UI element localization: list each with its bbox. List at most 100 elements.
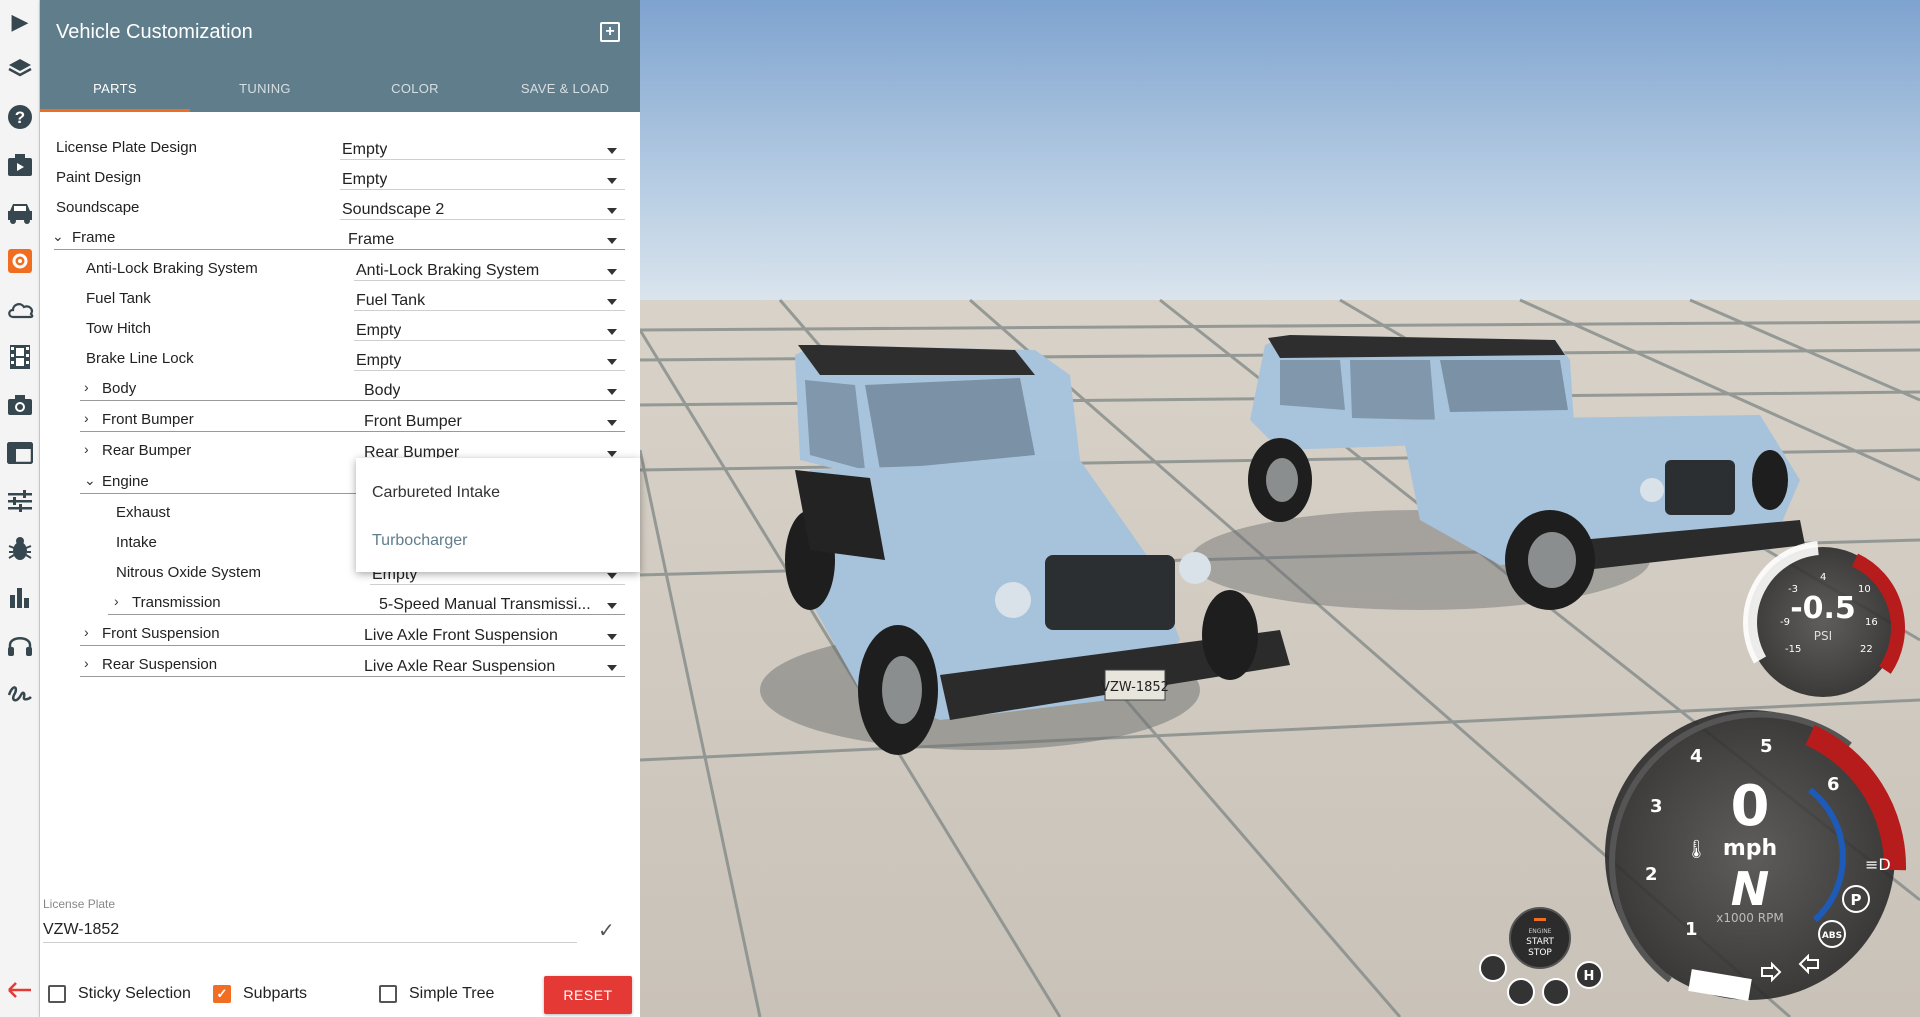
add-icon[interactable]: + (600, 22, 620, 42)
film-icon[interactable] (6, 343, 34, 371)
license-plate-text: VZW-1852 (1101, 680, 1169, 695)
part-select-value: Empty (356, 352, 402, 369)
part-row-front-suspension: › Front Suspension Live Axle Front Suspe… (40, 618, 640, 648)
part-select[interactable]: Live Axle Rear Suspension (362, 649, 625, 677)
front-bumper-divider (80, 431, 625, 432)
part-select[interactable]: Frame (346, 222, 625, 250)
caret-down-icon (607, 451, 617, 457)
part-row-body: › Body Body (40, 373, 640, 403)
rpm-tick: 2 (1645, 864, 1658, 885)
part-select[interactable]: Empty (340, 162, 625, 190)
license-plate-input[interactable] (43, 917, 577, 943)
part-row-abs: Anti-Lock Braking System Anti-Lock Braki… (40, 253, 640, 283)
signature-icon[interactable] (6, 679, 34, 707)
part-label: Transmission (132, 594, 221, 611)
driver-assist-icon (1542, 978, 1570, 1006)
bar-chart-icon[interactable] (6, 583, 34, 611)
part-select-value: Live Axle Rear Suspension (364, 658, 556, 675)
license-plate-label: License Plate (43, 897, 116, 911)
tab-color[interactable]: COLOR (340, 64, 490, 112)
part-label: Tow Hitch (86, 320, 152, 337)
checkbox-checked-icon: ✓ (213, 985, 231, 1003)
part-label: Frame (72, 229, 116, 246)
bug-icon[interactable] (6, 535, 34, 563)
sticky-selection-checkbox[interactable]: Sticky Selection (48, 982, 191, 1006)
help-icon[interactable]: ? (6, 103, 34, 131)
checkbox-label: Sticky Selection (78, 985, 191, 1002)
part-select[interactable]: Empty (354, 313, 625, 341)
part-label: Exhaust (116, 504, 171, 521)
chevron-down-icon[interactable]: ⌄ (84, 472, 96, 489)
part-select[interactable]: Soundscape 2 (340, 192, 625, 220)
stop-label: STOP (1528, 948, 1552, 958)
part-select-value: Body (364, 382, 401, 399)
car-icon[interactable] (6, 199, 34, 227)
part-select-value: Soundscape 2 (342, 201, 445, 218)
part-select[interactable]: Anti-Lock Braking System (354, 253, 625, 281)
part-select[interactable]: 5-Speed Manual Transmissi... (377, 587, 625, 615)
window-icon[interactable] (6, 439, 34, 467)
cloud-icon[interactable] (6, 295, 34, 323)
chevron-right-icon[interactable]: › (114, 593, 119, 609)
chevron-right-icon[interactable]: › (84, 441, 89, 457)
caret-down-icon (607, 420, 617, 426)
body-divider (80, 400, 625, 401)
subparts-checkbox[interactable]: ✓ Subparts (213, 982, 307, 1006)
handbrake-label: H (1584, 969, 1595, 984)
caret-down-icon (607, 603, 617, 609)
engine-label: ENGINE (1529, 928, 1552, 935)
speed-rpm-gauge: 0 mph N x1000 RPM 1 2 3 4 5 6 P ABS ≡D 🌡 (1605, 710, 1907, 1001)
boost-tick: 22 (1860, 644, 1873, 655)
part-select[interactable]: Body (362, 373, 625, 401)
part-row-license-plate-design: License Plate Design Empty (40, 132, 640, 162)
part-select[interactable]: Fuel Tank (354, 283, 625, 311)
sliders-icon[interactable] (6, 487, 34, 515)
caret-down-icon (607, 389, 617, 395)
part-select-value: Anti-Lock Braking System (356, 262, 540, 279)
chevron-right-icon[interactable]: › (84, 655, 89, 671)
arrow-left-icon[interactable] (4, 976, 36, 1004)
boost-tick: 16 (1865, 617, 1878, 628)
part-row-front-bumper: › Front Bumper Front Bumper (40, 404, 640, 434)
gear-indicator: N (1731, 862, 1770, 916)
check-icon[interactable]: ✓ (598, 918, 615, 943)
svg-text:?: ? (15, 108, 25, 127)
part-select-value: Fuel Tank (356, 292, 426, 309)
part-label: License Plate Design (56, 139, 197, 156)
game-viewport[interactable]: VZW-1852 -0.5 PSI -3 4 10 -9 16 -15 22 0… (640, 0, 1920, 1017)
headlight-icon: ≡D (1865, 855, 1891, 874)
layers-icon[interactable] (6, 55, 34, 83)
tab-tuning[interactable]: TUNING (190, 64, 340, 112)
gear-icon[interactable] (6, 247, 34, 275)
part-select[interactable]: Live Axle Front Suspension (362, 618, 625, 646)
media-icon[interactable] (6, 151, 34, 179)
caret-down-icon (607, 634, 617, 640)
rpm-tick: 4 (1690, 746, 1703, 767)
part-label: Anti-Lock Braking System (86, 260, 258, 277)
part-label: Body (102, 380, 137, 397)
rpm-tick: 6 (1827, 774, 1840, 795)
part-select[interactable]: Empty (340, 132, 625, 160)
camera-icon[interactable] (6, 391, 34, 419)
simple-tree-checkbox[interactable]: Simple Tree (379, 982, 494, 1006)
dropdown-option-highlighted[interactable]: Turbocharger (372, 532, 467, 550)
caret-down-icon (607, 178, 617, 184)
part-label: Intake (116, 534, 157, 551)
chevron-right-icon[interactable]: › (84, 624, 89, 640)
part-select[interactable]: Front Bumper (362, 404, 625, 432)
tab-parts[interactable]: PARTS (40, 64, 190, 112)
boost-gauge: -0.5 PSI -3 4 10 -9 16 -15 22 (1743, 541, 1905, 697)
chevron-right-icon[interactable]: › (84, 410, 89, 426)
main-menu-rail: ▶ ? (0, 0, 40, 1017)
part-select[interactable]: Empty (354, 343, 625, 371)
headphones-icon[interactable] (6, 631, 34, 659)
tab-save-load[interactable]: SAVE & LOAD (490, 64, 640, 112)
play-icon[interactable]: ▶ (6, 8, 34, 36)
chevron-down-icon[interactable]: ⌄ (52, 228, 64, 245)
dropdown-option[interactable]: Carbureted Intake (372, 484, 500, 502)
engine-start-stop-button[interactable]: ENGINE START STOP (1509, 907, 1571, 969)
rpm-unit: x1000 RPM (1716, 911, 1783, 925)
reset-button[interactable]: RESET (544, 976, 632, 1014)
rpm-tick: 1 (1685, 919, 1698, 940)
chevron-right-icon[interactable]: › (84, 379, 89, 395)
